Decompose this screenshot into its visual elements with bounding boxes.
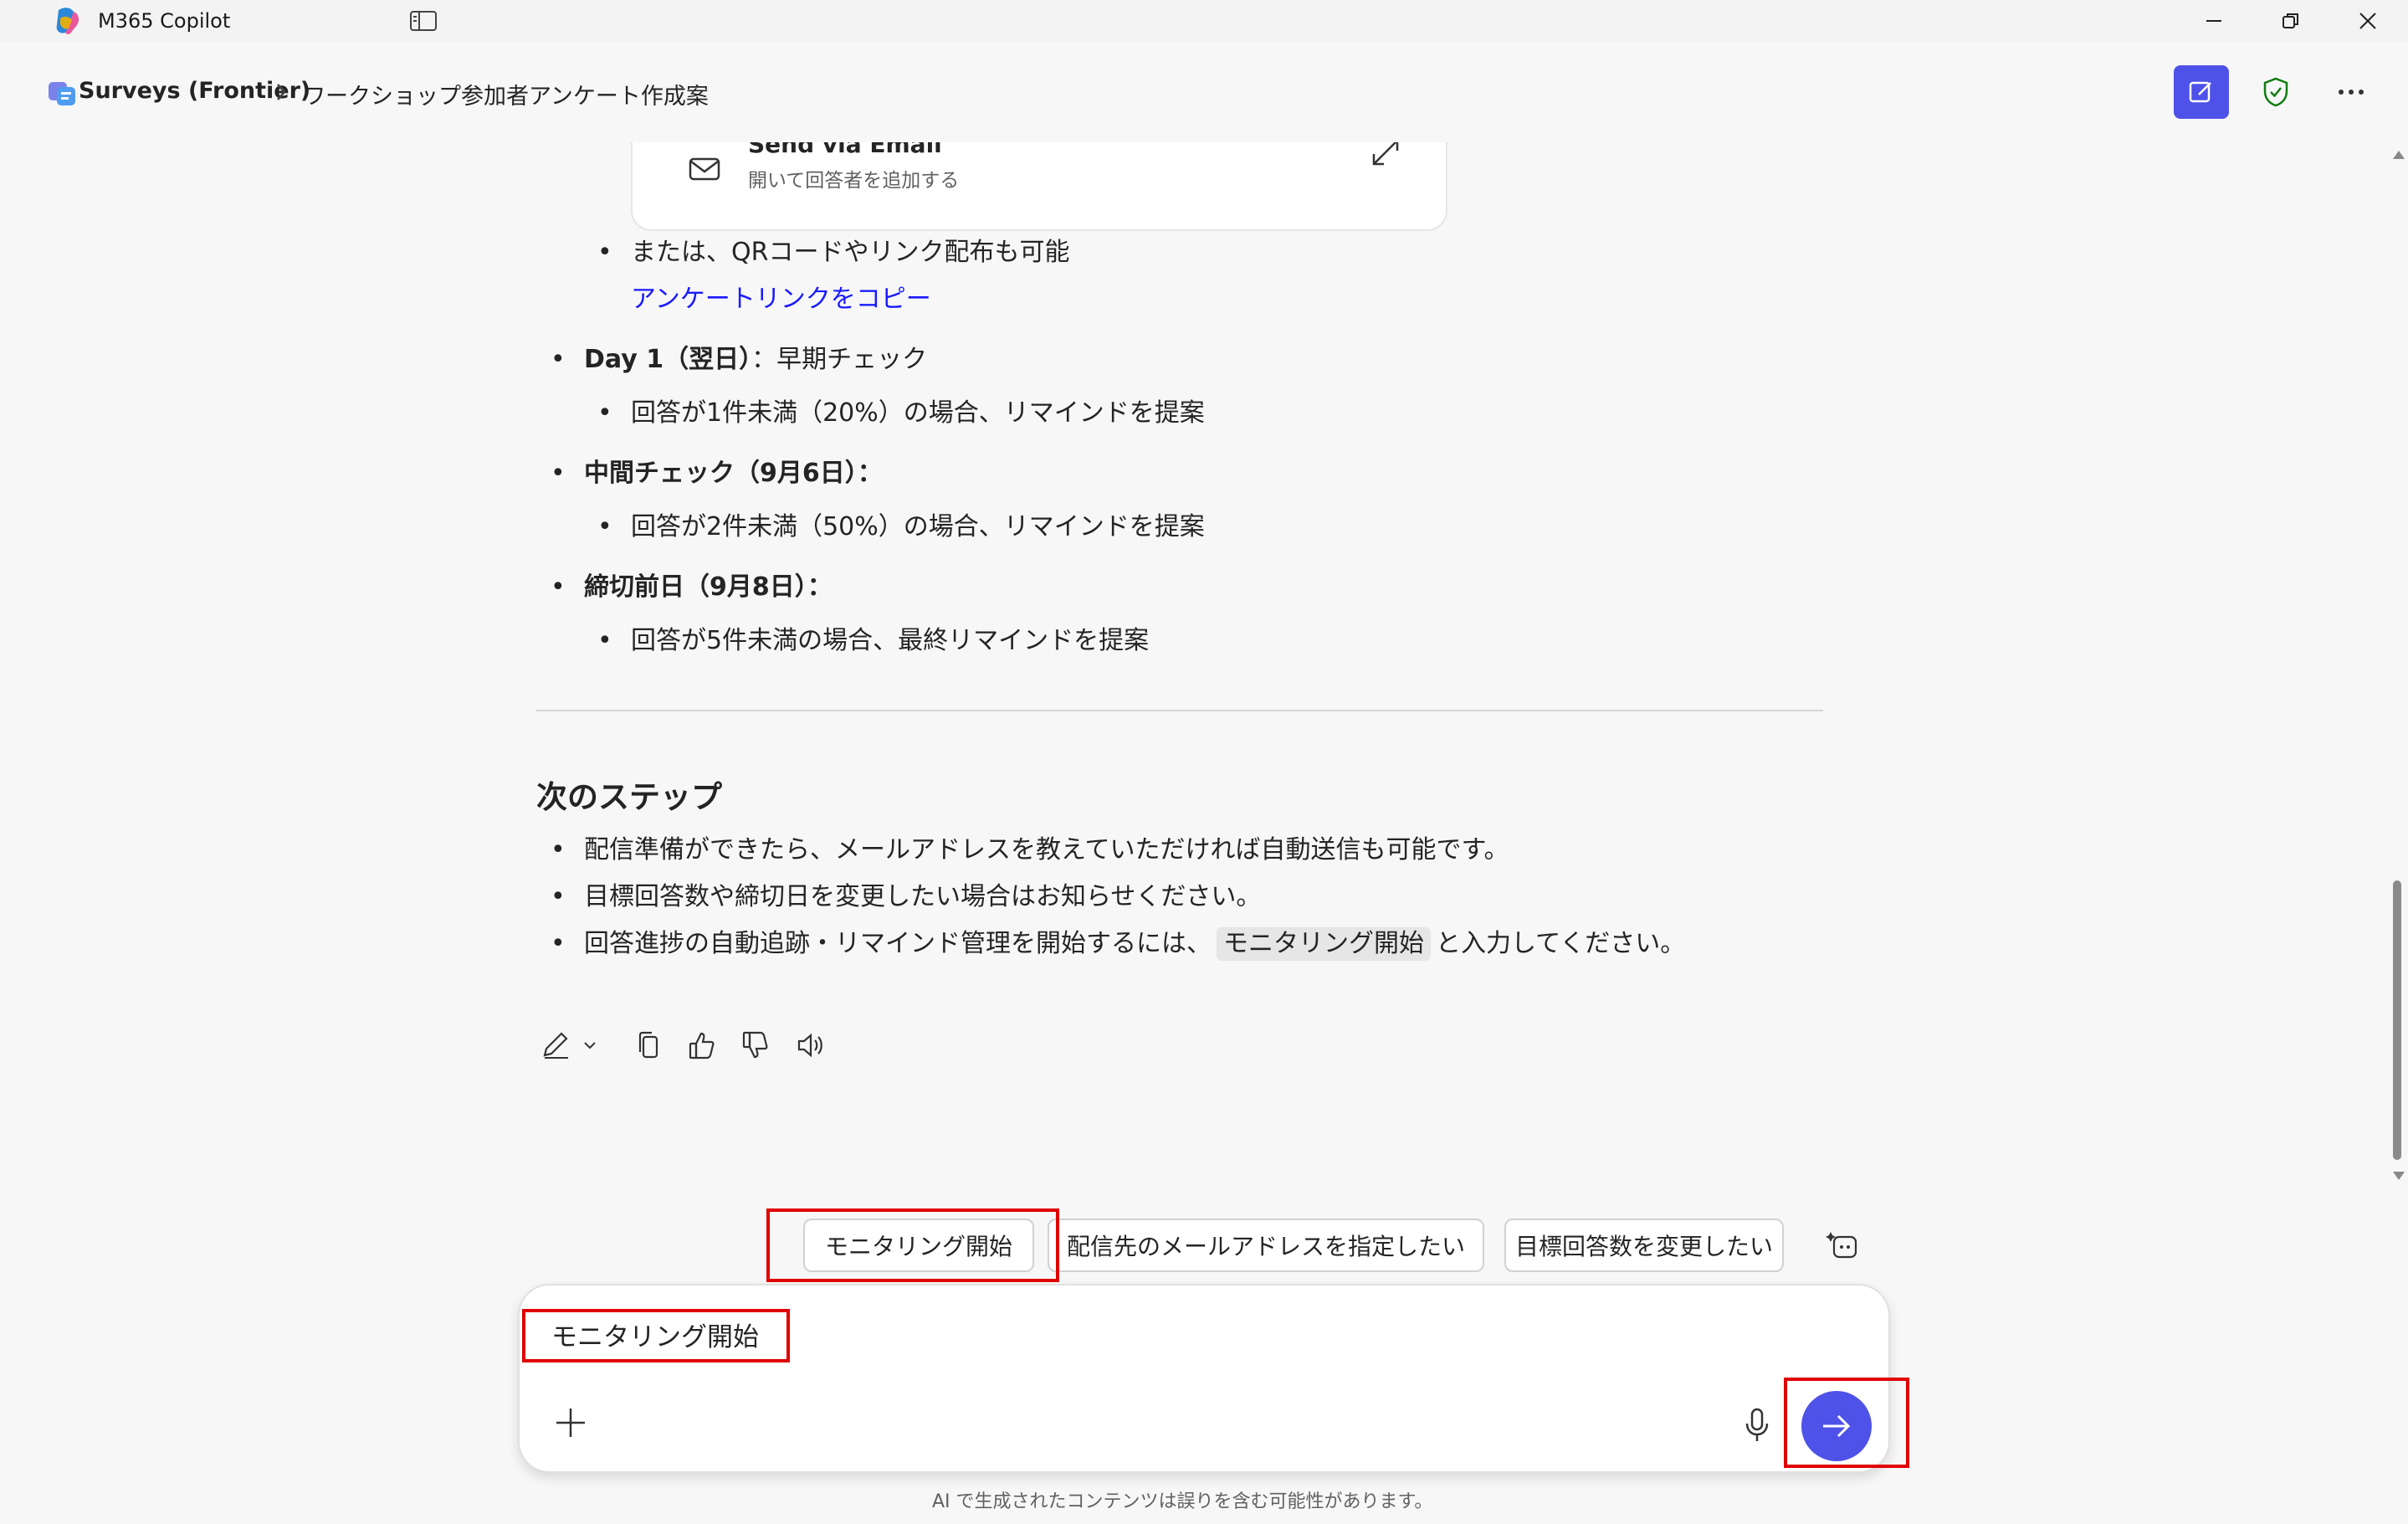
- next-steps-heading: 次のステップ: [536, 779, 722, 815]
- email-card-subtitle: 開いて回答者を追加する: [748, 170, 960, 192]
- compose-icon: [2189, 81, 2211, 103]
- copilot-logo-icon: [56, 8, 79, 34]
- ai-disclaimer: AI で生成されたコンテンツは誤りを含む可能性があります。: [932, 1491, 1433, 1512]
- minimize-button[interactable]: [2177, 0, 2251, 42]
- divider: [536, 710, 1823, 711]
- more-icon: [2339, 90, 2364, 95]
- shield-check-icon: [2263, 77, 2288, 107]
- highlight-box: [1784, 1378, 1909, 1468]
- highlight-box: [522, 1309, 790, 1362]
- chevron-right-icon: [277, 84, 286, 100]
- check-detail: 回答が1件未満（20%）の場合、リマインドを提案: [631, 398, 1205, 428]
- restore-icon: [2282, 13, 2298, 28]
- sidebar-toggle-icon[interactable]: [408, 8, 438, 33]
- next-step-text: 目標回答数や締切日を変更したい場合はお知らせください。: [584, 882, 1262, 911]
- check-label: Day 1（翌日）: [584, 345, 752, 374]
- copy-survey-link[interactable]: アンケートリンクをコピー: [631, 283, 931, 316]
- more-options-button[interactable]: [2329, 72, 2373, 112]
- restore-button[interactable]: [2254, 0, 2328, 42]
- microphone-icon: [1745, 1408, 1769, 1441]
- inline-code: モニタリング開始: [1217, 927, 1431, 961]
- dislike-button[interactable]: [739, 1026, 772, 1065]
- like-button[interactable]: [685, 1026, 719, 1065]
- thumbs-up-icon: [689, 1032, 715, 1060]
- next-step-text: と入力してください。: [1436, 929, 1686, 958]
- next-step-text: 回答進捗の自動追跡・リマインド管理を開始するには、: [584, 929, 1212, 958]
- edit-icon: [543, 1032, 568, 1059]
- add-attachment-button[interactable]: [551, 1403, 591, 1443]
- microphone-button[interactable]: [1740, 1406, 1774, 1444]
- send-via-email-card[interactable]: Send via Email 開いて回答者を追加する: [631, 142, 1447, 231]
- scroll-up-arrow-icon[interactable]: [2390, 147, 2407, 162]
- check-detail: 回答が2件未満（50%）の場合、リマインドを提案: [631, 512, 1205, 541]
- copy-icon: [638, 1031, 658, 1059]
- thumbs-down-icon: [742, 1031, 768, 1059]
- title-bar: M365 Copilot: [0, 0, 2408, 42]
- more-prompts-icon[interactable]: [1826, 1229, 1862, 1264]
- scroll-down-arrow-icon[interactable]: [2390, 1168, 2407, 1183]
- alt-distribution-text: または、QRコードやリンク配布も可能: [631, 238, 1070, 267]
- app-title: M365 Copilot: [98, 9, 231, 33]
- check-label: 中間チェック（9月6日）：: [584, 459, 883, 488]
- suggestion-chip[interactable]: 配信先のメールアドレスを指定したい: [1048, 1219, 1484, 1272]
- check-detail: 回答が5件未満の場合、最終リマインドを提案: [631, 626, 1150, 655]
- close-button[interactable]: [2331, 0, 2405, 42]
- check-suffix: ：早期チェック: [751, 345, 928, 374]
- next-step-text: 配信準備ができたら、メールアドレスを教えていただければ自動送信も可能です。: [584, 835, 1509, 865]
- speaker-icon: [797, 1033, 822, 1058]
- scrollbar-thumb[interactable]: [2393, 880, 2401, 1160]
- highlight-box: [766, 1208, 1059, 1282]
- new-chat-button[interactable]: [2174, 65, 2229, 119]
- protection-button[interactable]: [2256, 72, 2296, 112]
- edit-in-pages-button[interactable]: [540, 1026, 573, 1065]
- surveys-agent-icon: [49, 82, 75, 105]
- minimize-icon: [2206, 20, 2221, 22]
- email-card-title: Send via Email: [748, 142, 942, 158]
- mail-icon: [689, 157, 720, 181]
- edit-options-dropdown[interactable]: [580, 1026, 600, 1065]
- copy-button[interactable]: [633, 1026, 663, 1065]
- chevron-down-icon: [584, 1042, 596, 1049]
- close-icon: [2359, 13, 2376, 29]
- open-external-icon[interactable]: [1369, 142, 1402, 169]
- conversation-title: ワークショップ参加者アンケート作成案: [303, 84, 709, 110]
- read-aloud-button[interactable]: [794, 1026, 827, 1065]
- suggestion-chip[interactable]: 目標回答数を変更したい: [1504, 1219, 1784, 1272]
- check-label: 締切前日（9月8日）：: [584, 572, 833, 602]
- plus-icon: [556, 1409, 585, 1437]
- scrollbar[interactable]: [2393, 142, 2408, 1524]
